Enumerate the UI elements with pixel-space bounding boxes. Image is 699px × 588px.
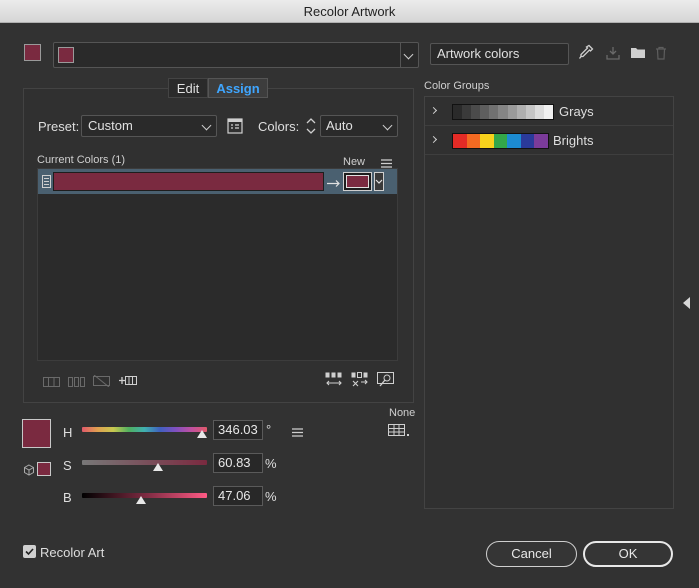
trash-icon[interactable] [655,46,667,63]
brightness-unit: % [265,489,277,504]
randomly-change-saturation-icon[interactable] [351,372,369,391]
group-swatch[interactable] [489,105,499,119]
hue-slider[interactable] [82,427,207,432]
group-swatch[interactable] [534,105,544,119]
recolor-art-checkbox[interactable] [23,545,36,558]
color-groups-label: Color Groups [424,80,490,92]
grays-swatches[interactable] [452,104,554,120]
cancel-button[interactable]: Cancel [486,541,577,567]
new-group-folder-icon[interactable] [630,46,646,62]
collapse-panel-icon[interactable] [683,297,691,312]
grays-label: Grays [559,104,594,119]
saturation-slider[interactable] [82,460,207,465]
group-swatch[interactable] [480,105,490,119]
saturation-value-field[interactable]: 60.83 [213,453,263,473]
group-swatch[interactable] [453,105,463,119]
preset-value: Custom [88,118,133,133]
arrow-right-icon[interactable] [327,177,341,191]
new-label: New [343,156,366,168]
preset-dropdown[interactable]: Custom [81,115,217,137]
recolor-art-label: Recolor Art [40,545,105,560]
group-swatch[interactable] [520,134,535,148]
artwork-colors-field[interactable]: Artwork colors [430,43,569,65]
group-swatch[interactable] [498,105,508,119]
group-swatch[interactable] [525,105,535,119]
group-swatch[interactable] [466,134,481,148]
group-swatch[interactable] [543,105,554,119]
group-swatch[interactable] [480,134,494,148]
table-row[interactable] [38,169,397,194]
group-swatch[interactable] [462,105,472,119]
save-changes-icon[interactable] [606,46,620,63]
s-label: S [63,458,72,473]
tab-edit[interactable]: Edit [168,78,208,98]
hue-unit: ° [266,422,272,437]
brights-label: Brights [553,133,594,148]
grip-icon[interactable] [42,175,51,188]
hsb-menu-icon[interactable] [292,426,303,440]
group-swatch[interactable] [453,134,467,148]
b-label: B [63,490,72,505]
current-colors-list[interactable] [37,168,398,361]
closest-in-gamut-swatch[interactable] [37,462,51,476]
new-color-swatch[interactable] [343,172,372,191]
hsb-color-swatch[interactable] [22,419,51,448]
colors-stepper[interactable] [305,115,319,137]
new-row-icon[interactable] [118,374,137,389]
color-group-row-brights[interactable]: Brights [425,126,673,155]
brightness-slider-thumb[interactable] [135,496,146,504]
chevron-down-icon[interactable] [403,49,414,60]
randomly-change-order-icon[interactable] [325,372,343,391]
active-color-swatch[interactable] [24,44,41,61]
group-swatch[interactable] [507,105,517,119]
out-of-gamut-cube-icon[interactable] [23,464,35,479]
group-swatch[interactable] [507,134,521,148]
window-title: Recolor Artwork [0,0,699,23]
chevron-right-icon[interactable] [429,135,438,144]
color-group-storage-icon[interactable] [388,424,410,440]
eyedropper-icon[interactable] [578,44,594,63]
tab-assign[interactable]: Assign [208,78,268,98]
none-label: None [389,407,416,419]
color-groups-panel: Grays Brights [424,96,674,509]
h-label: H [63,425,73,440]
edit-assign-tabs: Edit Assign [168,78,268,98]
group-swatch[interactable] [493,134,508,148]
hue-value-field[interactable]: 346.03 [213,420,263,440]
colors-value: Auto [326,118,353,133]
saturation-slider-thumb[interactable] [153,463,164,471]
current-colors-label: Current Colors (1) [37,154,126,166]
preset-label: Preset: [38,119,80,134]
colors-label: Colors: [258,119,300,134]
group-swatch[interactable] [534,134,549,148]
chevron-right-icon[interactable] [429,106,438,115]
colors-dropdown[interactable]: Auto [320,115,398,137]
color-group-row-grays[interactable]: Grays [425,97,673,126]
hue-slider-thumb[interactable] [197,430,208,438]
group-swatch[interactable] [516,105,526,119]
group-swatch[interactable] [471,105,481,119]
saturation-unit: % [265,456,277,471]
separate-colors-icon[interactable] [68,376,85,390]
current-color-bar[interactable] [53,172,324,191]
brights-swatches[interactable] [452,133,549,149]
ok-button[interactable]: OK [583,541,673,567]
merge-colors-icon[interactable] [43,376,60,390]
chevron-down-icon [382,120,393,131]
group-color-swatch [58,47,74,63]
chevron-down-icon [201,120,212,131]
exclude-colors-icon[interactable] [93,374,110,390]
color-group-name-field[interactable] [53,42,419,68]
new-color-dropdown[interactable] [374,172,384,191]
brightness-value-field[interactable]: 47.06 [213,486,263,506]
find-color-in-artwork-icon[interactable] [377,372,395,391]
color-reduction-options-icon[interactable] [227,118,243,137]
